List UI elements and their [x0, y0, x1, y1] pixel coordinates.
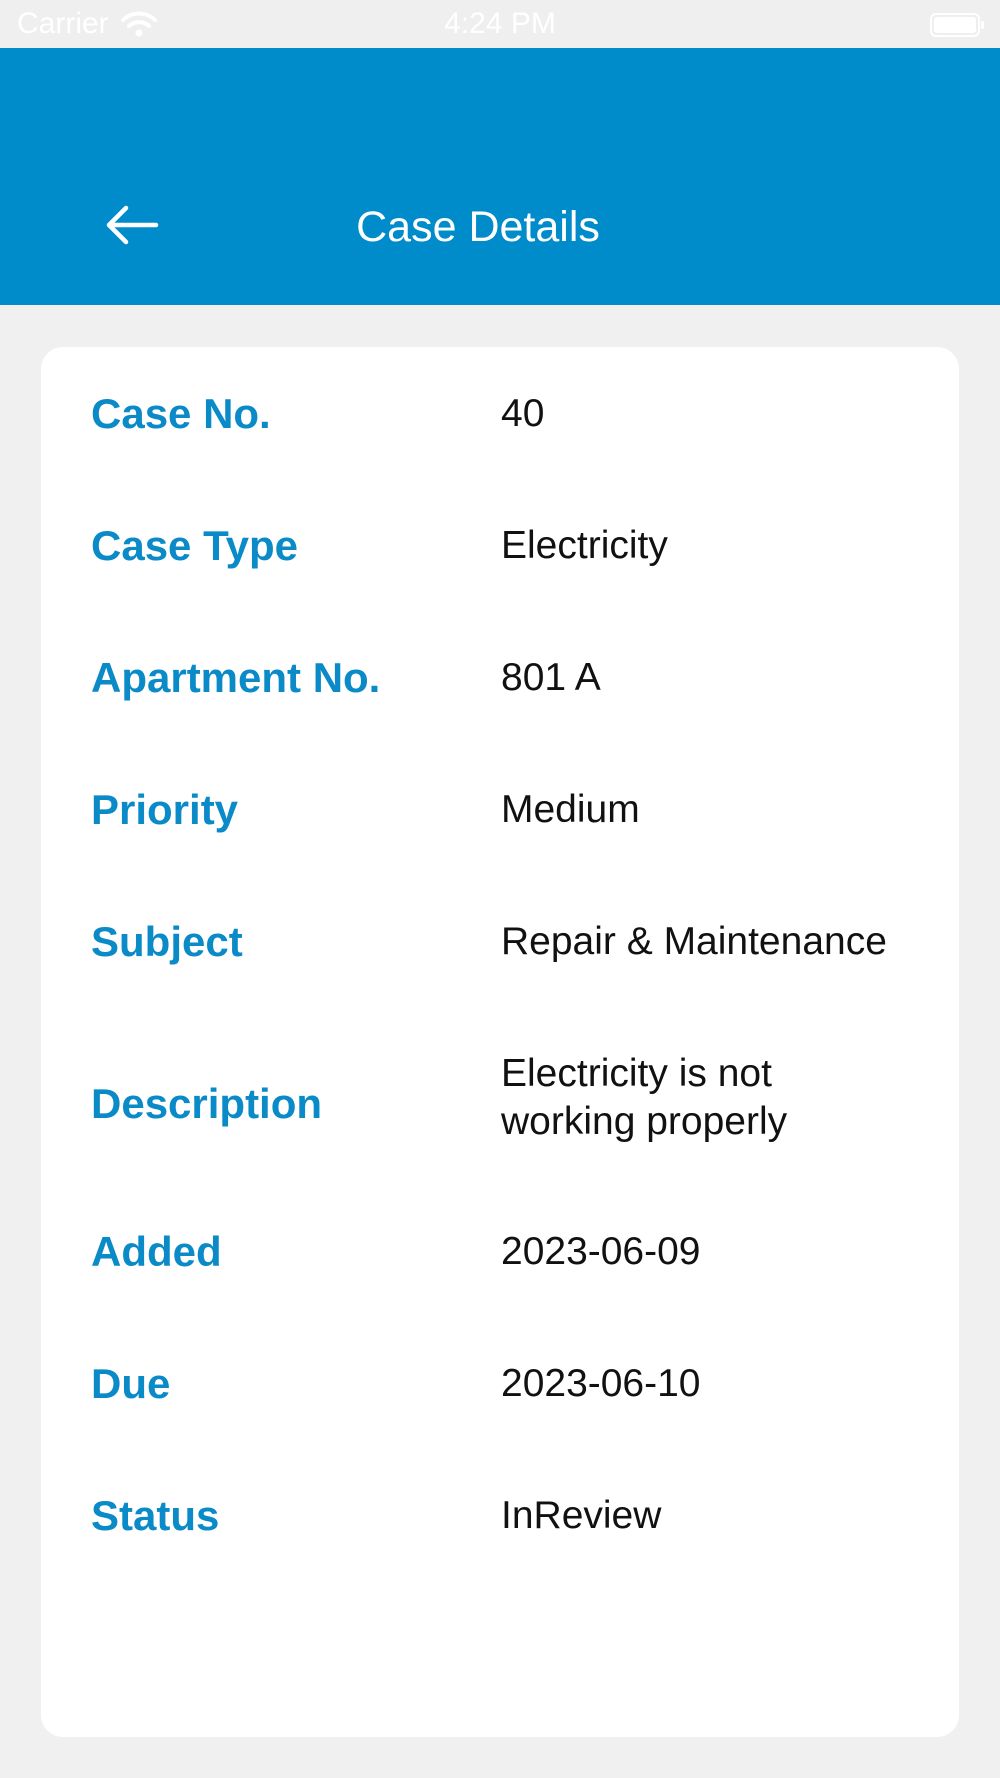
description-value-line2: working properly	[501, 1100, 788, 1143]
priority-row: Priority Medium	[41, 777, 959, 843]
clock: 4:24 PM	[444, 7, 556, 40]
due-label: Due	[91, 1360, 171, 1407]
description-label: Description	[91, 1080, 323, 1127]
subject-value: Repair & Maintenance	[501, 920, 887, 963]
description-value-line1: Electricity is not	[501, 1052, 772, 1095]
priority-label: Priority	[91, 786, 239, 833]
case-details-card: Case No. 40 Case Type Electricity Apartm…	[41, 347, 959, 1737]
added-label: Added	[91, 1228, 222, 1275]
status-bar: Carrier 4:24 PM	[0, 0, 1000, 48]
added-value: 2023-06-09	[501, 1230, 701, 1273]
added-row: Added 2023-06-09	[41, 1219, 959, 1285]
case-type-value: Electricity	[501, 524, 668, 567]
subject-row: Subject Repair & Maintenance	[41, 909, 959, 975]
case-no-label: Case No.	[91, 390, 271, 437]
case-type-label: Case Type	[91, 522, 298, 569]
page-title: Case Details	[356, 203, 600, 251]
case-no-row: Case No. 40	[41, 381, 959, 447]
priority-value: Medium	[501, 788, 640, 831]
due-value: 2023-06-10	[501, 1362, 701, 1405]
apartment-no-value: 801 A	[501, 656, 601, 699]
case-no-value: 40	[501, 392, 545, 435]
status-row: Status InReview	[41, 1483, 959, 1549]
status-label: Status	[91, 1492, 220, 1539]
app-header	[0, 48, 1000, 305]
battery-icon	[930, 12, 986, 38]
status-value: InReview	[501, 1494, 662, 1537]
case-type-row: Case Type Electricity	[41, 513, 959, 579]
apartment-no-label: Apartment No.	[91, 654, 381, 701]
subject-label: Subject	[91, 918, 243, 965]
apartment-no-row: Apartment No. 801 A	[41, 645, 959, 711]
due-row: Due 2023-06-10	[41, 1351, 959, 1417]
description-row: Description Electricity is not working p…	[41, 1041, 959, 1161]
